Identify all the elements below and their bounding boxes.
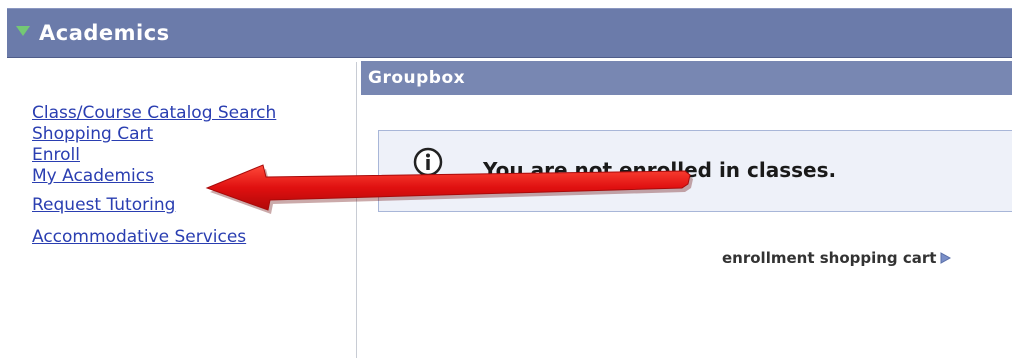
red-pointer-arrow xyxy=(205,164,693,214)
